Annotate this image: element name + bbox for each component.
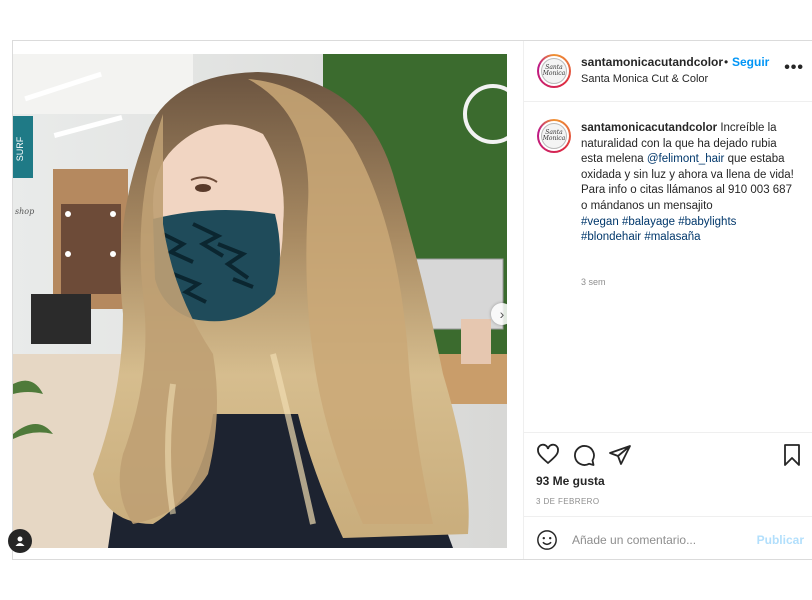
- emoji-smiley-icon[interactable]: [536, 529, 558, 551]
- post-sidebar: Santa Monica santamonicacutandcolor • Se…: [523, 41, 812, 559]
- save-bookmark-icon[interactable]: [780, 443, 804, 467]
- comments-section: Santa Monica santamonicacutandcolor Incr…: [524, 101, 812, 431]
- add-comment-bar: Añade un comentario... Publicar: [524, 516, 812, 562]
- post-date: 3 DE FEBRERO: [536, 497, 600, 506]
- header-username[interactable]: santamonicacutandcolor: [581, 55, 723, 69]
- publish-button[interactable]: Publicar: [757, 533, 804, 547]
- caption-time: 3 sem: [581, 277, 606, 287]
- caption-text: santamonicacutandcolor Increíble la natu…: [581, 121, 796, 246]
- share-paper-plane-icon[interactable]: [608, 443, 632, 467]
- comment-bubble-icon[interactable]: [572, 443, 596, 467]
- caption-avatar[interactable]: Santa Monica: [537, 119, 571, 153]
- more-options-icon[interactable]: •••: [784, 59, 804, 77]
- post-header: Santa Monica santamonicacutandcolor • Se…: [524, 41, 812, 102]
- avatar[interactable]: Santa Monica: [537, 54, 571, 88]
- follow-button[interactable]: Seguir: [732, 55, 769, 69]
- instagram-post: SURF shop › Santa Monica santamonicacuta…: [8, 40, 812, 560]
- hashtag-link[interactable]: #vegan: [581, 216, 619, 228]
- caption-body: Para info o citas llámanos al 910 003 68…: [581, 184, 792, 212]
- hashtag-link[interactable]: #blondehair: [581, 231, 641, 243]
- mention-link[interactable]: @felimont_hair: [647, 153, 725, 165]
- like-heart-icon[interactable]: [536, 443, 560, 467]
- surf-sign-text: SURF: [15, 136, 25, 161]
- post-image[interactable]: SURF shop ›: [13, 54, 507, 548]
- shop-sign-text: shop: [15, 207, 34, 216]
- carousel-next-button[interactable]: ›: [491, 303, 507, 325]
- hashtag-link[interactable]: #balayage: [622, 216, 675, 228]
- likes-count[interactable]: 93 Me gusta: [536, 474, 605, 488]
- caption-username[interactable]: santamonicacutandcolor: [581, 122, 717, 134]
- hashtag-link[interactable]: #babylights: [678, 216, 736, 228]
- location-link[interactable]: Santa Monica Cut & Color: [581, 73, 708, 85]
- comment-input[interactable]: Añade un comentario...: [572, 533, 696, 547]
- avatar-logo: Santa Monica: [541, 58, 567, 84]
- user-tag-icon[interactable]: [8, 529, 32, 553]
- separator-dot: •: [724, 55, 729, 69]
- hashtag-link[interactable]: #malasaña: [644, 231, 700, 243]
- action-bar: 93 Me gusta 3 DE FEBRERO: [524, 432, 812, 517]
- avatar-logo: Santa Monica: [541, 123, 567, 149]
- photo-woman-blonde-hair: SURF shop: [13, 54, 507, 548]
